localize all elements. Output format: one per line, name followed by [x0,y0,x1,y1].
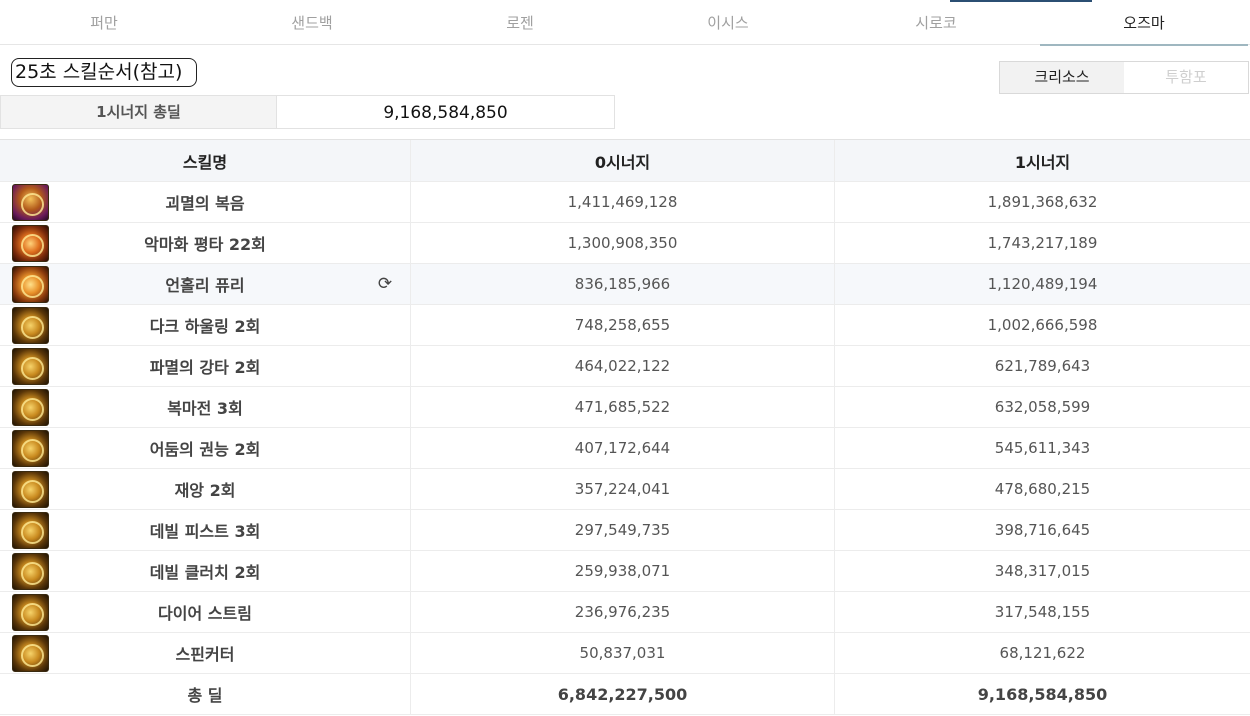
synergy-0-damage: 1,300,908,350 [567,234,678,252]
synergy-0-damage: 297,549,735 [574,521,671,539]
synergy-0-damage: 836,185,966 [574,275,671,293]
skill-icon [12,594,49,631]
table-row: 재앙 2회 357,224,041 478,680,215 [0,469,1250,510]
skill-name: 재앙 2회 [174,481,236,500]
table-row: 언홀리 퓨리 ⟳ 836,185,966 1,120,489,194 [0,264,1250,305]
skill-icon [12,348,49,385]
skill-cell: 스핀커터 [0,633,411,673]
skill-icon [12,430,49,467]
synergy-0-damage: 50,837,031 [579,644,666,662]
tab-perman[interactable]: 퍼만 [0,0,208,45]
skill-cell: 어둠의 권능 2회 [0,428,411,468]
table-row: 데빌 피스트 3회 297,549,735 398,716,645 [0,510,1250,551]
table-row: 다이어 스트림 236,976,235 317,548,155 [0,592,1250,633]
synergy-1-damage: 478,680,215 [994,480,1091,498]
skill-name: 악마화 평타 22회 [144,235,266,254]
skill-icon [12,471,49,508]
skill-cell: 데빌 피스트 3회 [0,510,411,550]
total-label: 총 딜 [187,686,223,705]
skill-cell: 데빌 클러치 2회 [0,551,411,591]
synergy-1-damage: 398,716,645 [994,521,1091,539]
skill-cell: 복마전 3회 [0,387,411,427]
synergy-0-damage: 357,224,041 [574,480,671,498]
table-header: 스킬명 0시너지 1시너지 [0,140,1250,182]
skill-name: 데빌 피스트 3회 [149,522,261,541]
synergy-1-damage: 317,548,155 [994,603,1091,621]
synergy-1-damage: 1,120,489,194 [987,275,1098,293]
table-row: 스핀커터 50,837,031 68,121,622 [0,633,1250,674]
skill-name: 다이어 스트림 [158,604,252,623]
tab-rozen[interactable]: 로젠 [416,0,624,45]
skill-cell: 언홀리 퓨리 ⟳ [0,264,411,304]
raid-tabs: 퍼만 샌드백 로젠 이시스 시로코 오즈마 [0,0,1250,46]
skill-icon [12,307,49,344]
table-row: 악마화 평타 22회 1,300,908,350 1,743,217,189 [0,223,1250,264]
synergy-0-damage: 748,258,655 [574,316,671,334]
skill-name: 스핀커터 [175,645,235,664]
header-skill-name: 스킬명 [0,140,411,181]
synergy-0-damage: 236,976,235 [574,603,671,621]
total-synergy-1: 9,168,584,850 [977,684,1108,704]
skill-name: 언홀리 퓨리 [165,276,245,295]
skill-icon [12,184,49,221]
tab-siroco[interactable]: 시로코 [832,0,1040,45]
synergy-0-damage: 1,411,469,128 [567,193,678,211]
skill-icon [12,225,49,262]
skill-cell: 다이어 스트림 [0,592,411,632]
skill-cell: 파멸의 강타 2회 [0,346,411,386]
table-row: 괴멸의 복음 1,411,469,128 1,891,368,632 [0,182,1250,223]
skill-icon [12,389,49,426]
skill-damage-table: 스킬명 0시너지 1시너지 괴멸의 복음 1,411,469,128 1,891,3… [0,139,1250,715]
skill-cell: 재앙 2회 [0,469,411,509]
synergy-0-damage: 407,172,644 [574,439,671,457]
skill-icon [12,553,49,590]
skill-name: 괴멸의 복음 [165,194,245,213]
synergy-1-damage: 1,891,368,632 [987,193,1098,211]
refresh-icon[interactable]: ⟳ [376,275,394,293]
synergy-0-damage: 464,022,122 [574,357,671,375]
total-synergy-0: 6,842,227,500 [557,684,688,704]
skill-name: 복마전 3회 [167,399,243,418]
table-row: 다크 하울링 2회 748,258,655 1,002,666,598 [0,305,1250,346]
skill-name: 데빌 클러치 2회 [149,563,261,582]
synergy-1-damage: 621,789,643 [994,357,1091,375]
table-row: 데빌 클러치 2회 259,938,071 348,317,015 [0,551,1250,592]
tab-isis[interactable]: 이시스 [624,0,832,45]
table-row: 복마전 3회 471,685,522 632,058,599 [0,387,1250,428]
tab-ozma[interactable]: 오즈마 [1040,0,1248,46]
skill-cell: 악마화 평타 22회 [0,223,411,263]
synergy-0-damage: 259,938,071 [574,562,671,580]
synergy-1-damage: 1,743,217,189 [987,234,1098,252]
header-synergy-1: 1시너지 [1014,152,1071,172]
toggle-option-other[interactable]: 투함포 [1124,62,1248,93]
summary-value: 9,168,584,850 [383,103,508,123]
skill-cell: 다크 하울링 2회 [0,305,411,345]
synergy-1-damage: 632,058,599 [994,398,1091,416]
synergy-1-damage: 68,121,622 [999,644,1086,662]
table-row: 파멸의 강타 2회 464,022,122 621,789,643 [0,346,1250,387]
skill-icon [12,266,49,303]
skill-name: 파멸의 강타 2회 [149,358,261,377]
synergy-1-damage: 1,002,666,598 [987,316,1098,334]
table-total-row: 총 딜 6,842,227,500 9,168,584,850 [0,674,1250,715]
total-damage-summary: 1시너지 총딜 9,168,584,850 [0,95,615,129]
summary-label: 1시너지 총딜 [1,96,277,128]
skill-cell: 괴멸의 복음 [0,182,411,222]
skill-name: 다크 하울링 2회 [149,317,261,336]
skill-icon [12,512,49,549]
header-synergy-0: 0시너지 [411,140,835,181]
skill-order-title: 25초 스킬순서(참고) [11,58,197,87]
table-row: 어둠의 권능 2회 407,172,644 545,611,343 [0,428,1250,469]
class-toggle: 크리소스 투함포 [999,61,1249,94]
synergy-0-damage: 471,685,522 [574,398,671,416]
toggle-option-selected[interactable]: 크리소스 [1000,62,1124,93]
skill-icon [12,635,49,672]
synergy-1-damage: 348,317,015 [994,562,1091,580]
synergy-1-damage: 545,611,343 [994,439,1091,457]
skill-name: 어둠의 권능 2회 [149,440,261,459]
tab-sandbag[interactable]: 샌드백 [208,0,416,45]
